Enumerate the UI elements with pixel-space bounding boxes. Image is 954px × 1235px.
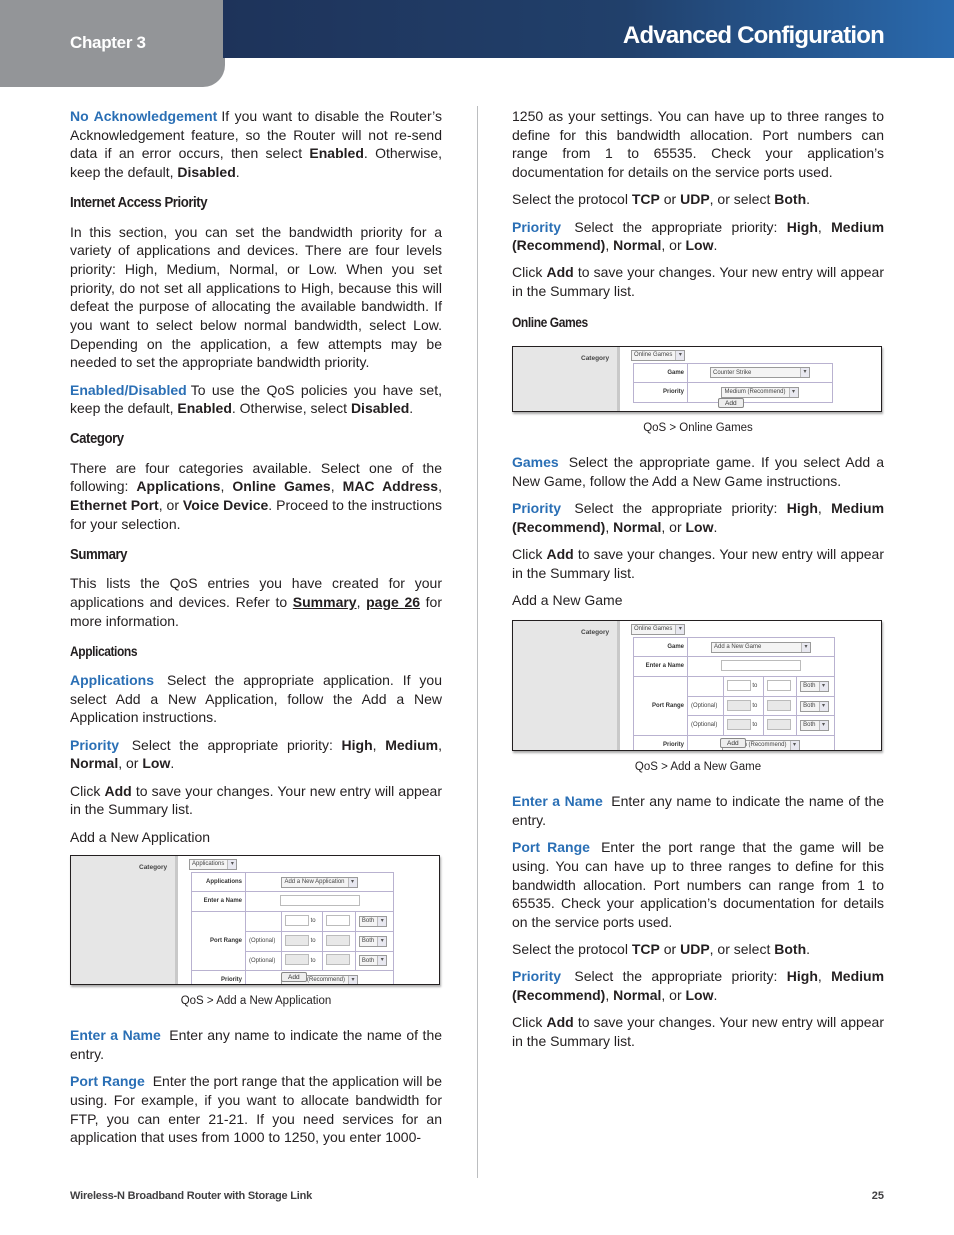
chevron-down-icon: ▾ [818,681,828,691]
title-bar: Advanced Configuration [223,0,954,58]
port-range-continued: 1250 as your settings. You can have up t… [512,108,884,181]
port-start-input[interactable] [284,954,309,966]
category-select[interactable]: Online Games ▾ [631,623,686,635]
click-add-paragraph: Click Add to save your changes. Your new… [70,782,442,818]
port-start-input[interactable] [726,699,751,711]
add-button[interactable]: Add [718,397,744,408]
priority-select[interactable]: Medium (Recommend) ▾ [721,387,799,399]
footer-product: Wireless-N Broadband Router with Storage… [70,1190,313,1202]
qos-table: Game Counter Strike ▾ Priority Medium (Reco… [633,362,833,403]
summary-link[interactable]: Summary [293,594,357,610]
chevron-down-icon: ▾ [800,368,809,378]
section-heading: Internet Access Priority [70,193,208,211]
summary-paragraph: This lists the QoS entries you have crea… [70,575,442,629]
page-link[interactable]: page 26 [366,594,420,610]
chevron-down-icon: ▾ [801,642,810,652]
protocol-select[interactable]: Both ▾ [800,680,829,692]
chevron-down-icon: ▾ [377,916,387,926]
protocol-select[interactable]: Both ▾ [800,720,829,732]
chevron-down-icon: ▾ [377,936,387,946]
category-paragraph: There are four categories available. Sel… [70,459,442,532]
chevron-down-icon: ▾ [377,956,387,966]
enabled-paragraph: Enabled/Disabled To use the QoS policies … [70,381,442,417]
figure-caption: QoS > Add a New Application [180,994,332,1007]
chevron-down-icon: ▾ [789,741,799,750]
add-new-application-label: Add a New Application [70,828,211,845]
subsection-heading: Applications [70,643,138,660]
protocol-select[interactable]: Both ▾ [800,700,829,712]
term: No Acknowledgement [70,108,218,124]
subsection-heading: Online Games [512,313,588,330]
priority-paragraph: Priority Select the appropriate priority… [512,218,885,254]
port-start-input[interactable] [726,719,751,731]
priority-paragraph: Priority Select the appropriate priority… [512,968,885,1004]
application-select[interactable]: Add a New Application ▾ [281,876,358,888]
click-add-paragraph: Click Add to save your changes. Your new… [512,1014,884,1050]
port-start-input[interactable] [284,934,309,946]
no-ack-paragraph: No Acknowledgement If you want to disable… [70,108,442,181]
protocol-paragraph: Select the protocol TCP or UDP, or selec… [512,941,811,958]
port-end-input[interactable] [766,699,791,711]
game-select[interactable]: Add a New Game ▾ [711,641,811,653]
iap-paragraph: In this section, you can set the bandwid… [70,223,442,371]
chevron-down-icon: ▾ [348,976,358,984]
screenshot-add-new-application: Category Applications ▾ Applications Add a… [70,854,440,985]
category-select[interactable]: Online Games ▾ [631,349,686,361]
chapter-label: Chapter 3 [70,33,146,52]
protocol-select[interactable]: Both ▾ [358,915,388,927]
game-select[interactable]: Counter Strike ▾ [710,367,810,379]
port-start-input[interactable] [726,679,751,691]
port-end-input[interactable] [325,915,350,927]
click-add-paragraph: Click Add to save your changes. Your new… [512,264,884,300]
category-select[interactable]: Applications ▾ [189,858,238,870]
qos-table: Game Add a New Game ▾ Enter a Name Port Ra… [633,636,835,750]
port-range-paragraph: Port Range Enter the port range that the… [70,1073,442,1146]
games-paragraph: Games Select the appropriate game. If yo… [512,454,885,489]
chevron-down-icon: ▾ [675,624,685,634]
figure-caption: QoS > Online Games [643,421,753,434]
right-column: 1250 as your settings. You can have up t… [512,107,884,1059]
add-new-game-label: Add a New Game [512,591,623,608]
chevron-down-icon: ▾ [347,877,357,887]
page-title: Advanced Configuration [622,22,885,49]
port-end-input[interactable] [766,679,791,691]
port-end-input[interactable] [325,934,350,946]
chapter-tab: Chapter 3 [0,0,225,87]
page-number: 25 [871,1190,884,1202]
click-add-paragraph: Click Add to save your changes. Your new… [512,546,884,581]
protocol-paragraph: Select the protocol TCP or UDP, or selec… [512,191,811,208]
figure-caption: QoS > Add a New Game [634,760,762,773]
applications-paragraph: Applications Select the appropriate appl… [70,672,443,726]
screenshot-add-new-game: Category Online Games ▾ Game Add a New Gam… [512,619,882,751]
add-button[interactable]: Add [720,737,746,748]
left-column: No Acknowledgement If you want to disable… [70,107,442,1156]
port-start-input[interactable] [284,915,309,927]
chevron-down-icon: ▾ [227,859,237,869]
chevron-down-icon: ▾ [818,701,828,711]
chevron-down-icon: ▾ [788,388,798,398]
port-end-input[interactable] [766,719,791,731]
enter-name-paragraph: Enter a Name Enter any name to indicate … [70,1027,443,1063]
chevron-down-icon: ▾ [675,350,685,360]
port-range-paragraph: Port Range Enter the port range that the… [512,839,884,931]
protocol-select[interactable]: Both ▾ [358,935,388,947]
name-input[interactable] [721,660,801,672]
port-end-input[interactable] [325,954,350,966]
column-divider [477,106,478,1178]
qos-table: Applications Add a New Application ▾ Enter… [191,871,395,984]
protocol-select[interactable]: Both ▾ [358,955,388,967]
screenshot-online-games: Category Online Games ▾ Game Counter Strik… [512,345,882,412]
priority-paragraph: Priority Select the appropriate priority… [512,500,885,535]
name-input[interactable] [279,895,360,907]
priority-paragraph: Priority Select the appropriate priority… [70,736,443,772]
chevron-down-icon: ▾ [818,721,828,731]
section-heading: Summary [70,545,128,563]
term: Enabled/Disabled [70,381,187,398]
add-button[interactable]: Add [281,971,307,982]
section-heading: Category [70,430,124,448]
enter-name-paragraph: Enter a Name Enter any name to indicate … [512,793,885,829]
